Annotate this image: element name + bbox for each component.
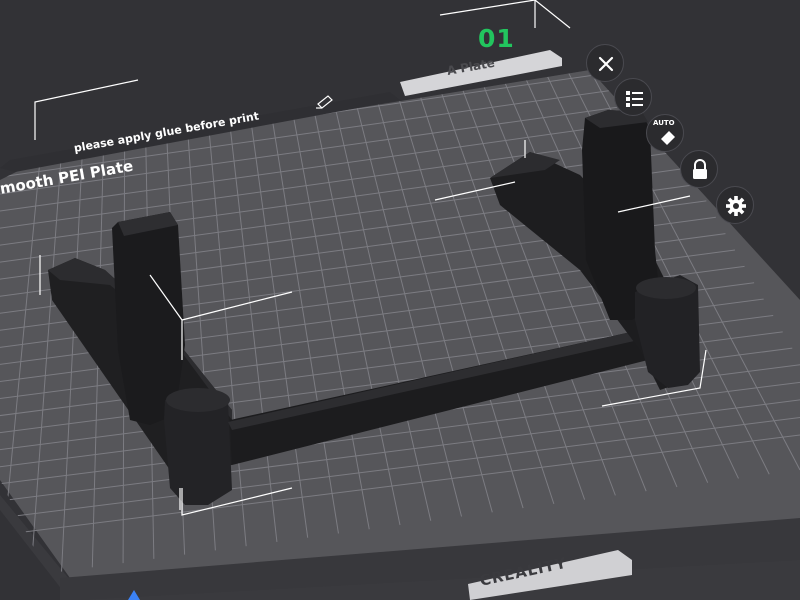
- arrange-list-button[interactable]: [614, 78, 652, 116]
- close-icon: [598, 56, 614, 72]
- axis-marker-icon: [128, 590, 140, 600]
- lock-plate-button[interactable]: [680, 150, 718, 188]
- close-plate-button[interactable]: [586, 44, 624, 82]
- lock-icon: [693, 159, 707, 179]
- auto-orient-icon: [661, 131, 675, 145]
- plate-settings-button[interactable]: [716, 186, 754, 224]
- viewport[interactable]: 01 A Plate please apply glue before prin…: [0, 0, 800, 600]
- build-plate-scene[interactable]: [0, 0, 800, 600]
- gear-icon: [726, 196, 746, 216]
- auto-orient-button[interactable]: AUTO: [646, 114, 684, 152]
- list-icon: [626, 91, 643, 107]
- plate-number: 01: [478, 24, 515, 53]
